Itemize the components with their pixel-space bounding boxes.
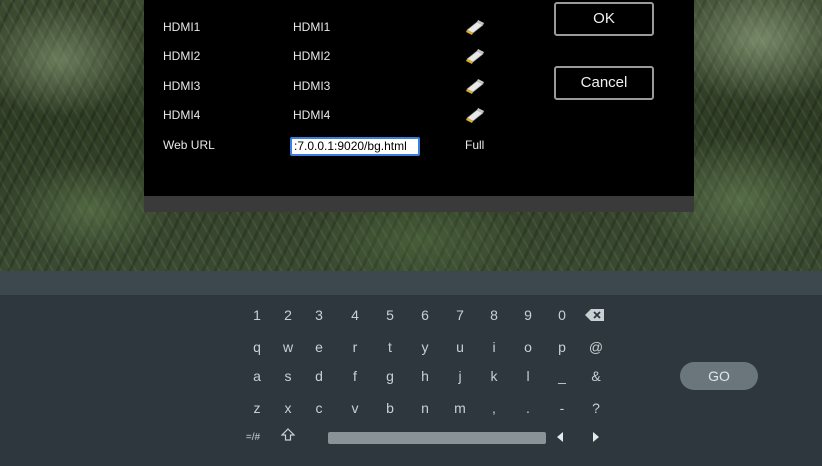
key-at[interactable]: @ — [583, 336, 609, 358]
shift-icon[interactable] — [281, 428, 295, 442]
key-hyphen[interactable]: - — [549, 397, 575, 419]
key-7[interactable]: 7 — [447, 304, 473, 326]
key-2[interactable]: 2 — [275, 304, 301, 326]
web-url-mode[interactable]: Full — [465, 138, 484, 152]
key-period[interactable]: . — [515, 397, 541, 419]
source-value: HDMI4 — [293, 108, 331, 122]
key-h[interactable]: h — [412, 365, 438, 387]
key-k[interactable]: k — [481, 365, 507, 387]
key-z[interactable]: z — [244, 397, 270, 419]
spacebar-key[interactable] — [328, 432, 546, 444]
key-1[interactable]: 1 — [244, 304, 270, 326]
key-p[interactable]: p — [549, 336, 575, 358]
key-9[interactable]: 9 — [515, 304, 541, 326]
hdmi-cable-icon — [466, 20, 484, 35]
hdmi-cable-icon — [466, 79, 484, 94]
arrow-left-icon[interactable] — [554, 430, 566, 444]
key-u[interactable]: u — [447, 336, 473, 358]
source-name: HDMI1 — [163, 20, 201, 34]
key-question[interactable]: ? — [583, 397, 609, 419]
input-source-dialog: HDMI1 HDMI1 HDMI2 HDMI2 HDMI3 HDMI3 HDMI… — [144, 0, 694, 212]
web-url-label: Web URL — [163, 138, 215, 152]
key-l[interactable]: l — [515, 365, 541, 387]
source-value: HDMI3 — [293, 79, 331, 93]
key-b[interactable]: b — [377, 397, 403, 419]
source-name: HDMI2 — [163, 49, 201, 63]
key-d[interactable]: d — [306, 365, 332, 387]
key-0[interactable]: 0 — [549, 304, 575, 326]
source-value: HDMI2 — [293, 49, 331, 63]
key-y[interactable]: y — [412, 336, 438, 358]
cancel-button[interactable]: Cancel — [554, 66, 654, 100]
key-comma[interactable]: , — [481, 397, 507, 419]
key-4[interactable]: 4 — [342, 304, 368, 326]
ok-button[interactable]: OK — [554, 2, 654, 36]
key-5[interactable]: 5 — [377, 304, 403, 326]
go-button[interactable]: GO — [680, 362, 758, 390]
key-g[interactable]: g — [377, 365, 403, 387]
key-i[interactable]: i — [481, 336, 507, 358]
key-f[interactable]: f — [342, 365, 368, 387]
key-underscore[interactable]: _ — [549, 365, 575, 387]
source-name: HDMI3 — [163, 79, 201, 93]
key-o[interactable]: o — [515, 336, 541, 358]
key-q[interactable]: q — [244, 336, 270, 358]
backspace-icon[interactable] — [584, 307, 606, 323]
hdmi-cable-icon — [466, 49, 484, 64]
source-name: HDMI4 — [163, 108, 201, 122]
key-c[interactable]: c — [306, 397, 332, 419]
key-j[interactable]: j — [447, 365, 473, 387]
key-6[interactable]: 6 — [412, 304, 438, 326]
key-v[interactable]: v — [342, 397, 368, 419]
key-8[interactable]: 8 — [481, 304, 507, 326]
symbols-key[interactable]: =/# — [240, 427, 266, 449]
key-x[interactable]: x — [275, 397, 301, 419]
key-r[interactable]: r — [342, 336, 368, 358]
keyboard-suggestion-strip — [0, 271, 822, 295]
key-e[interactable]: e — [306, 336, 332, 358]
key-t[interactable]: t — [377, 336, 403, 358]
dialog-footer-bar — [144, 196, 694, 212]
key-w[interactable]: w — [275, 336, 301, 358]
hdmi-cable-icon — [466, 108, 484, 123]
key-n[interactable]: n — [412, 397, 438, 419]
web-url-input[interactable]: :7.0.0.1:9020/bg.html — [290, 137, 420, 156]
arrow-right-icon[interactable] — [590, 430, 602, 444]
key-m[interactable]: m — [447, 397, 473, 419]
key-ampersand[interactable]: & — [583, 365, 609, 387]
key-a[interactable]: a — [244, 365, 270, 387]
source-row-hdmi4[interactable]: HDMI4 HDMI4 — [144, 104, 694, 128]
key-s[interactable]: s — [275, 365, 301, 387]
key-3[interactable]: 3 — [306, 304, 332, 326]
source-value: HDMI1 — [293, 20, 331, 34]
